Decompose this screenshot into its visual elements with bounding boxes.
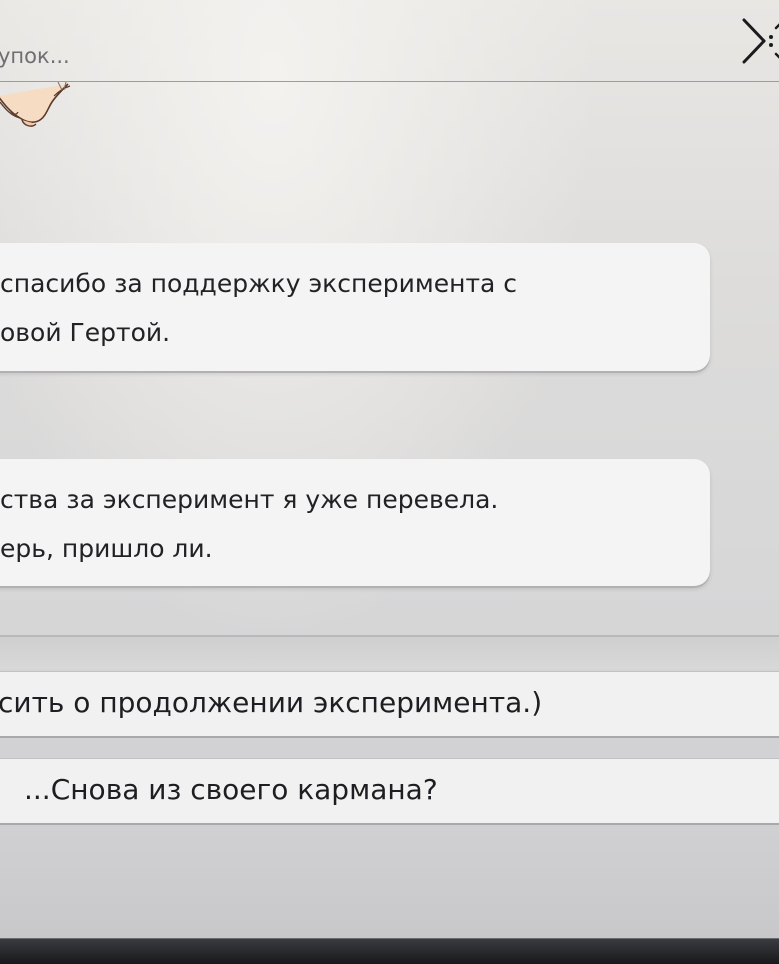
close-button[interactable] xyxy=(738,14,779,68)
dialogue-line: ства за эксперимент я уже перевела. xyxy=(0,485,499,514)
bottom-frame-bar xyxy=(0,938,779,964)
choices-separator xyxy=(0,637,779,669)
choice-option-own-pocket[interactable]: ...Снова из своего кармана? xyxy=(0,758,779,823)
dialogue-line: овой Гертой. xyxy=(0,318,171,347)
choice-option-ask-continue[interactable]: сить о продолжении эксперимента.) xyxy=(0,671,779,736)
header-title: упок... xyxy=(0,44,70,68)
choice-label: сить о продолжении эксперимента.) xyxy=(0,686,543,719)
close-x-icon xyxy=(742,18,779,64)
dialogue-line: ерь, пришло ли. xyxy=(0,534,213,563)
dialogue-bubble: ства за эксперимент я уже перевела. ерь,… xyxy=(0,459,710,586)
creature-paw-sprite xyxy=(0,81,76,132)
dialogue-header: упок... xyxy=(0,0,779,82)
choice-label: ...Снова из своего кармана? xyxy=(24,773,438,806)
header-divider xyxy=(0,81,779,82)
dialogue-line: спасибо за поддержку эксперимента с xyxy=(0,269,518,298)
dialogue-bubble: спасибо за поддержку эксперимента с овой… xyxy=(0,243,710,371)
dialogue-screen: упок... спасибо за поддержку эксперимент… xyxy=(0,0,779,964)
